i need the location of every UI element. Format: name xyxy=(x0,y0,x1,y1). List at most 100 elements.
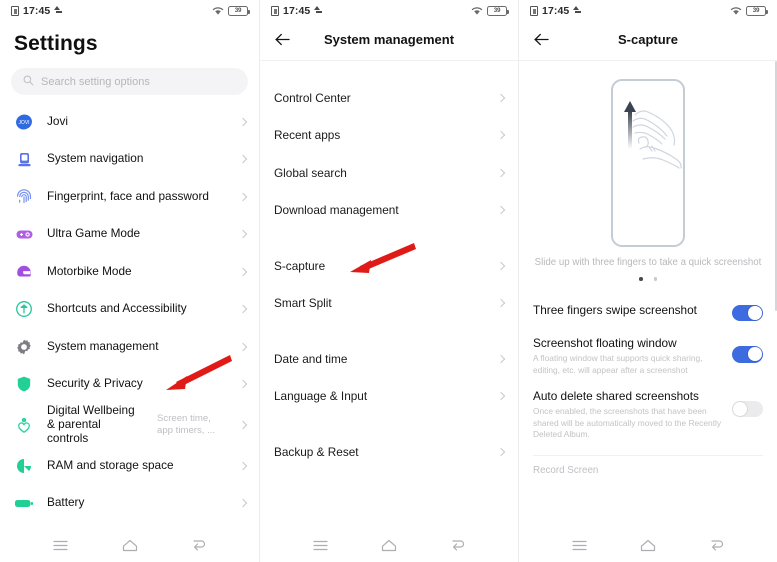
system-management-list: Control Center Recent apps Global search… xyxy=(260,61,518,528)
back-icon[interactable] xyxy=(189,535,209,555)
pager-dot-1[interactable] xyxy=(638,277,643,281)
sidebar-item-label: System navigation xyxy=(47,151,144,166)
battery-level-text: 39 xyxy=(752,6,760,14)
upload-arrow-icon xyxy=(314,6,323,16)
status-time: 17:45 xyxy=(283,5,311,17)
toggle-floating-window[interactable] xyxy=(732,346,763,363)
system-navigation-icon xyxy=(14,149,34,169)
svg-text:JOVI: JOVI xyxy=(18,120,29,126)
back-arrow-icon[interactable] xyxy=(274,31,291,48)
panel-s-capture: 17:45 39 S-capture Slide up with three f… xyxy=(518,0,777,562)
nav-bar-3 xyxy=(519,528,777,562)
search-placeholder: Search setting options xyxy=(41,75,150,88)
sidebar-item-shortcuts-accessibility[interactable]: Shortcuts and Accessibility xyxy=(0,291,259,329)
toggle-knob xyxy=(748,347,762,362)
section-label-record-screen: Record Screen xyxy=(533,464,599,476)
toggle-three-fingers-swipe[interactable] xyxy=(732,304,763,322)
menu-icon[interactable] xyxy=(310,535,330,555)
chevron-right-icon xyxy=(496,447,506,456)
menu-icon[interactable] xyxy=(569,535,589,555)
list-item-recent-apps[interactable]: Recent apps xyxy=(260,117,518,155)
setting-row-floating-window[interactable]: Screenshot floating window A floating wi… xyxy=(519,336,777,377)
s-capture-body: Slide up with three fingers to take a qu… xyxy=(519,61,777,528)
sidebar-item-system-management[interactable]: System management xyxy=(0,328,259,366)
list-item-backup-reset[interactable]: Backup & Reset xyxy=(260,433,518,471)
setting-row-auto-delete[interactable]: Auto delete shared screenshots Once enab… xyxy=(519,389,777,441)
chevron-right-icon xyxy=(238,155,248,164)
setting-label: Screenshot floating window xyxy=(533,336,677,351)
illustration-hint: Slide up with three fingers to take a qu… xyxy=(534,257,762,268)
list-item-label: Date and time xyxy=(274,351,348,366)
status-time: 17:45 xyxy=(23,5,51,17)
list-item-label: Download management xyxy=(274,203,399,218)
back-icon[interactable] xyxy=(448,535,468,555)
list-item-smart-split[interactable]: Smart Split xyxy=(260,285,518,323)
upload-arrow-icon xyxy=(573,6,582,16)
chevron-right-icon xyxy=(238,499,248,508)
battery-level-text: 39 xyxy=(234,6,242,14)
motorbike-helmet-icon xyxy=(14,262,34,282)
list-item-language-input[interactable]: Language & Input xyxy=(260,378,518,416)
chevron-right-icon xyxy=(496,261,506,270)
chevron-right-icon xyxy=(238,192,248,201)
setting-description: Once enabled, the screenshots that have … xyxy=(533,405,722,440)
sim-card-icon xyxy=(530,6,538,16)
pager-dot-2[interactable] xyxy=(653,277,658,281)
battery-icon: 39 xyxy=(487,6,509,16)
chevron-right-icon xyxy=(238,305,248,314)
sidebar-item-label: Shortcuts and Accessibility xyxy=(47,301,187,316)
sidebar-item-fingerprint[interactable]: Fingerprint, face and password xyxy=(0,178,259,216)
nav-header-2: System management xyxy=(260,22,518,56)
toggle-auto-delete[interactable] xyxy=(732,400,763,418)
status-time: 17:45 xyxy=(542,5,570,17)
setting-label: Auto delete shared screenshots xyxy=(533,388,699,403)
accessibility-icon xyxy=(14,299,34,319)
wellbeing-icon xyxy=(14,415,34,435)
back-arrow-icon[interactable] xyxy=(533,31,550,48)
chevron-right-icon xyxy=(238,342,248,351)
settings-list: JOVI Jovi System navigation Fingerprint,… xyxy=(0,103,259,528)
battery-icon: 39 xyxy=(228,6,250,16)
page-title: S-capture xyxy=(618,31,678,47)
chevron-right-icon xyxy=(496,168,506,177)
list-item-global-search[interactable]: Global search xyxy=(260,154,518,192)
sidebar-item-security-privacy[interactable]: Security & Privacy xyxy=(0,366,259,404)
list-item-download-management[interactable]: Download management xyxy=(260,192,518,230)
list-item-label: Smart Split xyxy=(274,296,332,311)
back-icon[interactable] xyxy=(707,535,727,555)
setting-label: Three fingers swipe screenshot xyxy=(533,302,697,317)
search-input[interactable]: Search setting options xyxy=(11,68,248,95)
list-item-s-capture[interactable]: S-capture xyxy=(260,247,518,285)
panel-settings: 17:45 39 Settings Search setting options xyxy=(0,0,259,562)
list-item-control-center[interactable]: Control Center xyxy=(260,79,518,117)
chevron-right-icon xyxy=(238,117,248,126)
home-icon[interactable] xyxy=(379,535,399,555)
chevron-right-icon xyxy=(496,206,506,215)
sidebar-item-battery[interactable]: Battery xyxy=(0,485,259,523)
list-item-date-and-time[interactable]: Date and time xyxy=(260,340,518,378)
home-icon[interactable] xyxy=(638,535,658,555)
wifi-icon xyxy=(730,6,742,16)
setting-row-three-fingers-swipe[interactable]: Three fingers swipe screenshot xyxy=(519,303,777,322)
sidebar-item-label: Security & Privacy xyxy=(47,376,143,391)
menu-icon[interactable] xyxy=(51,535,71,555)
three-phone-screenshots: 17:45 39 Settings Search setting options xyxy=(0,0,777,562)
sidebar-item-motorbike-mode[interactable]: Motorbike Mode xyxy=(0,253,259,291)
list-item-label: Language & Input xyxy=(274,389,368,404)
fingerprint-icon xyxy=(14,187,34,207)
sidebar-item-ram-storage[interactable]: RAM and storage space xyxy=(0,447,259,485)
chevron-right-icon xyxy=(496,354,506,363)
toggle-knob xyxy=(733,402,747,416)
vertical-scrollbar[interactable] xyxy=(774,61,777,311)
sidebar-item-jovi[interactable]: JOVI Jovi xyxy=(0,103,259,141)
chevron-right-icon xyxy=(238,267,248,276)
chevron-right-icon xyxy=(238,420,248,430)
sidebar-item-system-navigation[interactable]: System navigation xyxy=(0,141,259,179)
home-icon[interactable] xyxy=(120,535,140,555)
sidebar-item-digital-wellbeing[interactable]: Digital Wellbeing & parental controls Sc… xyxy=(0,403,259,447)
list-item-label: S-capture xyxy=(274,258,326,273)
game-mode-icon xyxy=(14,224,34,244)
sidebar-item-ultra-game-mode[interactable]: Ultra Game Mode xyxy=(0,216,259,254)
